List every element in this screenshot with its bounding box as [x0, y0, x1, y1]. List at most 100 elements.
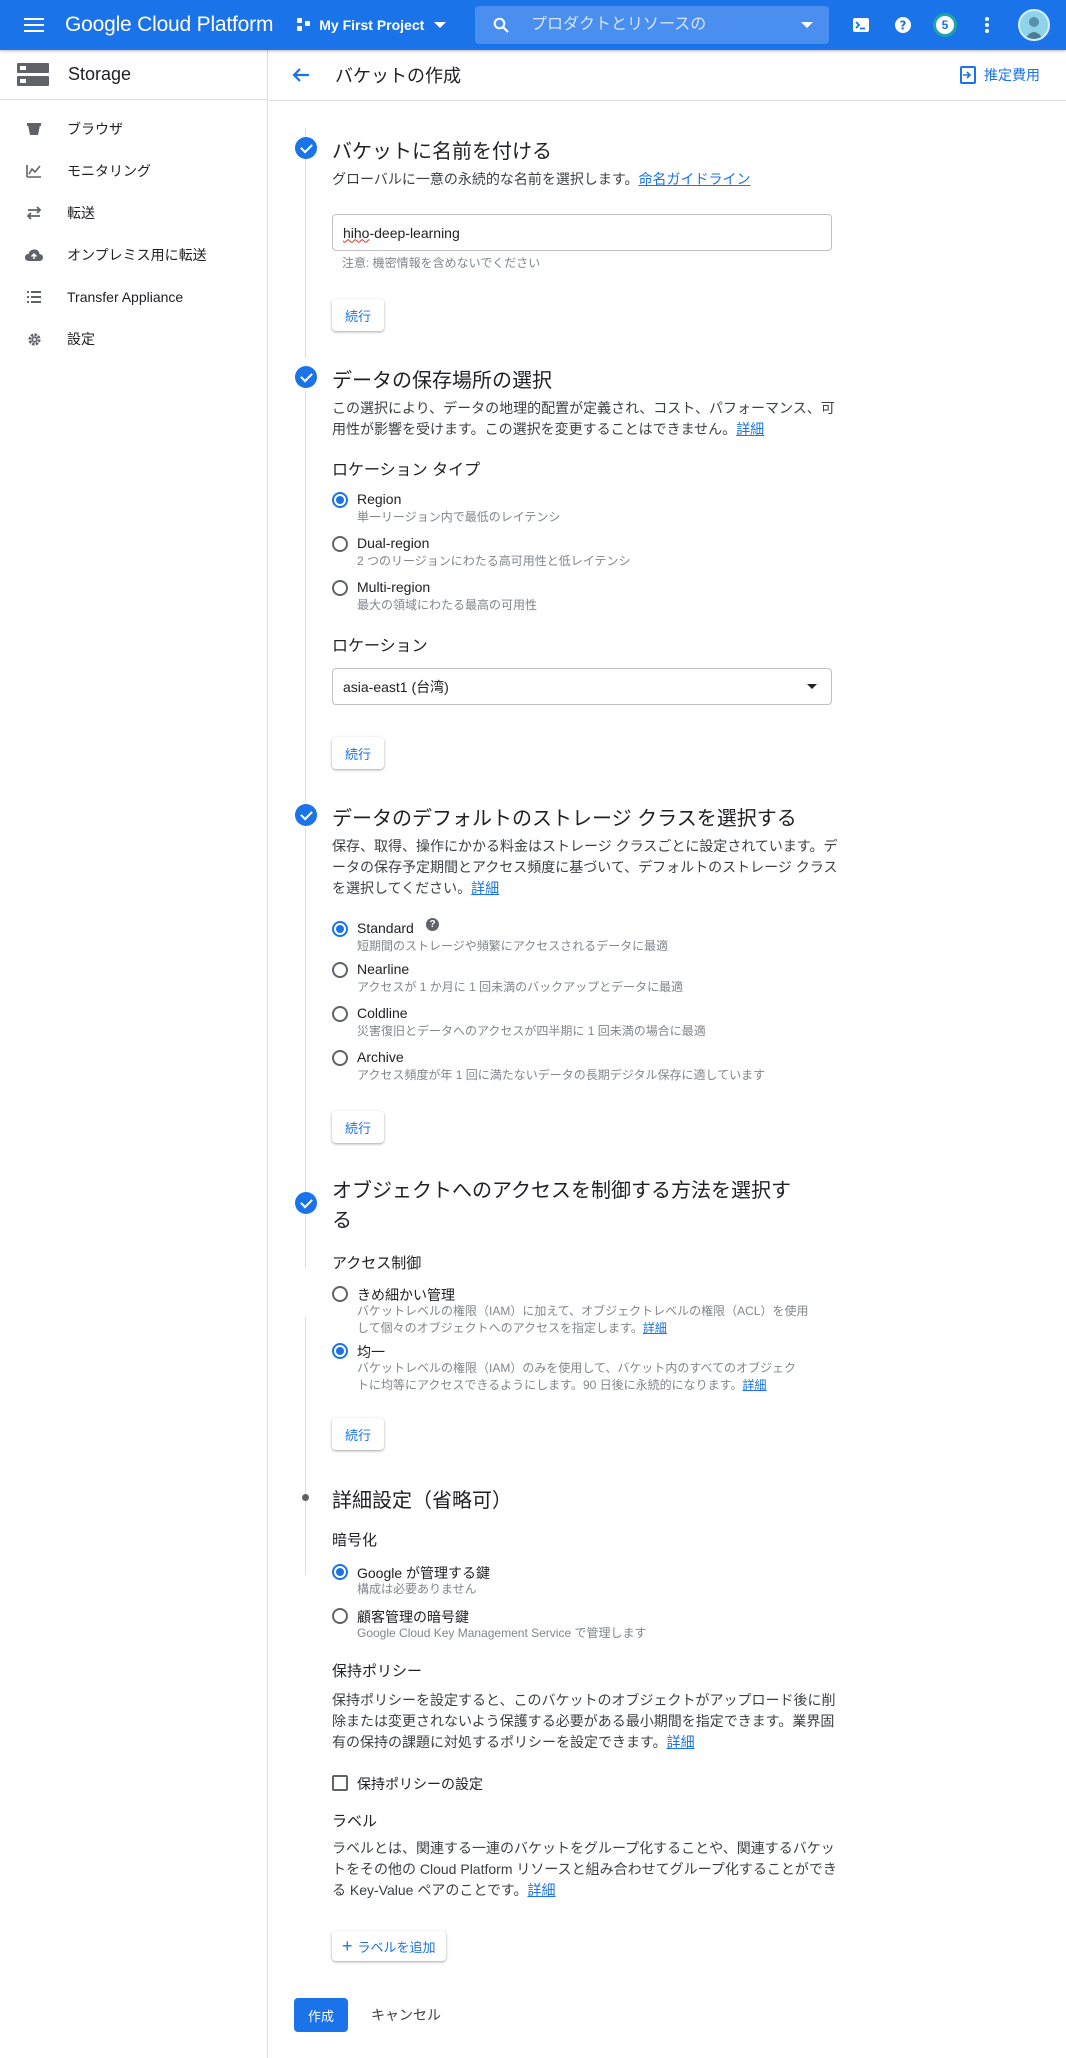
details-link[interactable]: 詳細: [742, 1378, 766, 1392]
step-connector: [305, 1317, 306, 1575]
cloud-upload-icon: [25, 246, 43, 264]
sidebar-item-browser[interactable]: ブラウザ: [0, 108, 267, 150]
sidebar-item-transfer-onprem[interactable]: オンプレミス用に転送: [0, 234, 267, 276]
naming-guidelines-link[interactable]: 命名ガイドライン: [638, 171, 750, 187]
radio-label[interactable]: Archive: [357, 1049, 404, 1065]
step-title-location[interactable]: データの保存場所の選択: [332, 364, 552, 393]
dropdown-arrow-icon: [807, 684, 817, 689]
step-connector: [305, 128, 306, 358]
radio-label[interactable]: Google が管理する鍵: [357, 1563, 490, 1583]
step-complete-check-icon: [295, 1192, 317, 1214]
radio-multi-region[interactable]: [332, 580, 348, 596]
sidebar-item-transfer[interactable]: 転送: [0, 192, 267, 234]
gcp-logo-text[interactable]: Google Cloud Platform: [65, 13, 273, 37]
checkbox-label[interactable]: 保持ポリシーの設定: [357, 1774, 483, 1794]
radio-nearline[interactable]: [332, 962, 348, 978]
details-link[interactable]: 詳細: [736, 421, 764, 437]
continue-button[interactable]: 続行: [332, 299, 384, 331]
project-selector[interactable]: My First Project: [297, 17, 447, 33]
sidebar-item-transfer-appliance[interactable]: Transfer Appliance: [0, 276, 267, 318]
account-avatar[interactable]: [1018, 9, 1050, 41]
retention-description: 保持ポリシーを設定すると、このバケットのオブジェクトがアップロード後に削 除また…: [332, 1690, 835, 1753]
step-title-advanced[interactable]: 詳細設定（省略可）: [332, 1484, 512, 1513]
cost-panel-icon: [960, 66, 976, 84]
radio-description: アクセスが 1 か月に 1 回未満のバックアップとデータに最適: [357, 980, 684, 994]
step-complete-check-icon: [295, 366, 317, 388]
description-line: を選択してください。: [332, 880, 472, 896]
title-line: オブジェクトへのアクセスを制御する方法を選択す: [332, 1180, 791, 1202]
radio-customer-managed-key[interactable]: [332, 1608, 348, 1624]
radio-label[interactable]: Region: [357, 491, 401, 507]
details-link[interactable]: 詳細: [643, 1321, 667, 1335]
left-nav: Storage ブラウザ モニタリング 転送 オンプレミス用に転送 Transf…: [0, 50, 268, 2058]
bucket-name-hint: 注意: 機密情報を含めないでください: [342, 256, 541, 270]
page-header: バケットの作成 推定費用: [269, 50, 1066, 101]
radio-label[interactable]: Nearline: [357, 961, 409, 977]
radio-label[interactable]: Dual-region: [357, 535, 429, 551]
top-app-bar: Google Cloud Platform My First Project ?…: [0, 0, 1066, 50]
description-line: 除または変更されないよう保護する必要がある最小期間を指定できます。業界固: [332, 1713, 835, 1729]
description-line: トに均等にアクセスできるようにします。90 日後に永続的になります。: [357, 1378, 743, 1392]
location-select[interactable]: asia-east1 (台湾): [332, 668, 832, 705]
step-title-name[interactable]: バケットに名前を付ける: [332, 135, 552, 164]
step-complete-check-icon: [295, 804, 317, 826]
sidebar-item-label: 転送: [67, 205, 95, 221]
search-bar[interactable]: [475, 6, 829, 44]
description-line: バケットレベルの権限（IAM）に加えて、オブジェクトレベルの権限（ACL）を使用: [357, 1304, 809, 1318]
description-line: ータの保存予定期間とアクセス頻度に基づいて、デフォルトのストレージ クラス: [332, 859, 838, 875]
bucket-name-field[interactable]: hiho -deep-learning: [332, 214, 832, 251]
radio-label[interactable]: Coldline: [357, 1005, 408, 1021]
help-icon[interactable]: ?: [882, 4, 924, 46]
page-title: バケットの作成: [335, 66, 461, 86]
description-line: 有の保持の課題に対処するポリシーを設定できます。: [332, 1734, 667, 1750]
notifications-button[interactable]: 5: [924, 4, 966, 46]
project-icon: [297, 18, 311, 32]
radio-google-managed-key[interactable]: [332, 1564, 348, 1580]
help-question-icon[interactable]: ?: [426, 918, 439, 931]
estimated-cost-label: 推定費用: [984, 67, 1040, 83]
radio-archive[interactable]: [332, 1050, 348, 1066]
search-dropdown-icon[interactable]: [801, 22, 813, 28]
radio-dual-region[interactable]: [332, 536, 348, 552]
add-label-button[interactable]: + ラベルを追加: [332, 1931, 446, 1961]
radio-label[interactable]: Standard: [357, 920, 414, 936]
radio-description: バケットレベルの権限（IAM）に加えて、オブジェクトレベルの権限（ACL）を使用…: [357, 1303, 808, 1337]
cancel-button[interactable]: キャンセル: [371, 1998, 441, 2032]
more-vert-icon[interactable]: [966, 4, 1008, 46]
radio-label[interactable]: 顧客管理の暗号鍵: [357, 1607, 469, 1627]
radio-coldline[interactable]: [332, 1006, 348, 1022]
sidebar-item-monitoring[interactable]: モニタリング: [0, 150, 267, 192]
create-button[interactable]: 作成: [294, 1998, 348, 2032]
continue-button[interactable]: 続行: [332, 1418, 384, 1450]
details-link[interactable]: 詳細: [471, 880, 499, 896]
bucket-name-value-prefix: hiho: [343, 224, 370, 241]
continue-button[interactable]: 続行: [332, 1111, 384, 1143]
radio-label[interactable]: きめ細かい管理: [357, 1285, 455, 1305]
radio-region[interactable]: [332, 492, 348, 508]
sidebar-item-label: ブラウザ: [67, 121, 123, 137]
radio-fine-grained[interactable]: [332, 1286, 348, 1302]
radio-label[interactable]: 均一: [357, 1342, 385, 1362]
location-select-value: asia-east1 (台湾): [343, 678, 449, 695]
svg-text:?: ?: [900, 19, 907, 33]
search-input[interactable]: [531, 16, 721, 34]
radio-standard[interactable]: [332, 921, 348, 937]
description-line: る Key-Value ペアのことです。: [332, 1882, 528, 1898]
step-title-access-control[interactable]: オブジェクトへのアクセスを制御する方法を選択す る: [332, 1176, 791, 1236]
step-title-storage-class[interactable]: データのデフォルトのストレージ クラスを選択する: [332, 802, 797, 831]
sidebar-item-label: Transfer Appliance: [67, 289, 184, 305]
details-link[interactable]: 詳細: [667, 1734, 695, 1750]
estimated-cost-button[interactable]: 推定費用: [960, 65, 1040, 85]
description-line: ラベルとは、関連する一連のバケットをグループ化することや、関連するバケッ: [332, 1840, 835, 1856]
hamburger-menu-icon[interactable]: [24, 18, 44, 32]
radio-label[interactable]: Multi-region: [357, 579, 430, 595]
cloud-shell-icon[interactable]: [840, 4, 882, 46]
bucket-name-value-suffix: -deep-learning: [369, 224, 460, 241]
retention-policy-checkbox[interactable]: [332, 1775, 348, 1791]
details-link[interactable]: 詳細: [528, 1882, 556, 1898]
sidebar-item-settings[interactable]: 設定: [0, 318, 267, 360]
continue-button[interactable]: 続行: [332, 737, 384, 769]
chart-icon: [25, 162, 43, 180]
back-arrow-icon[interactable]: [289, 63, 313, 87]
radio-uniform[interactable]: [332, 1343, 348, 1359]
